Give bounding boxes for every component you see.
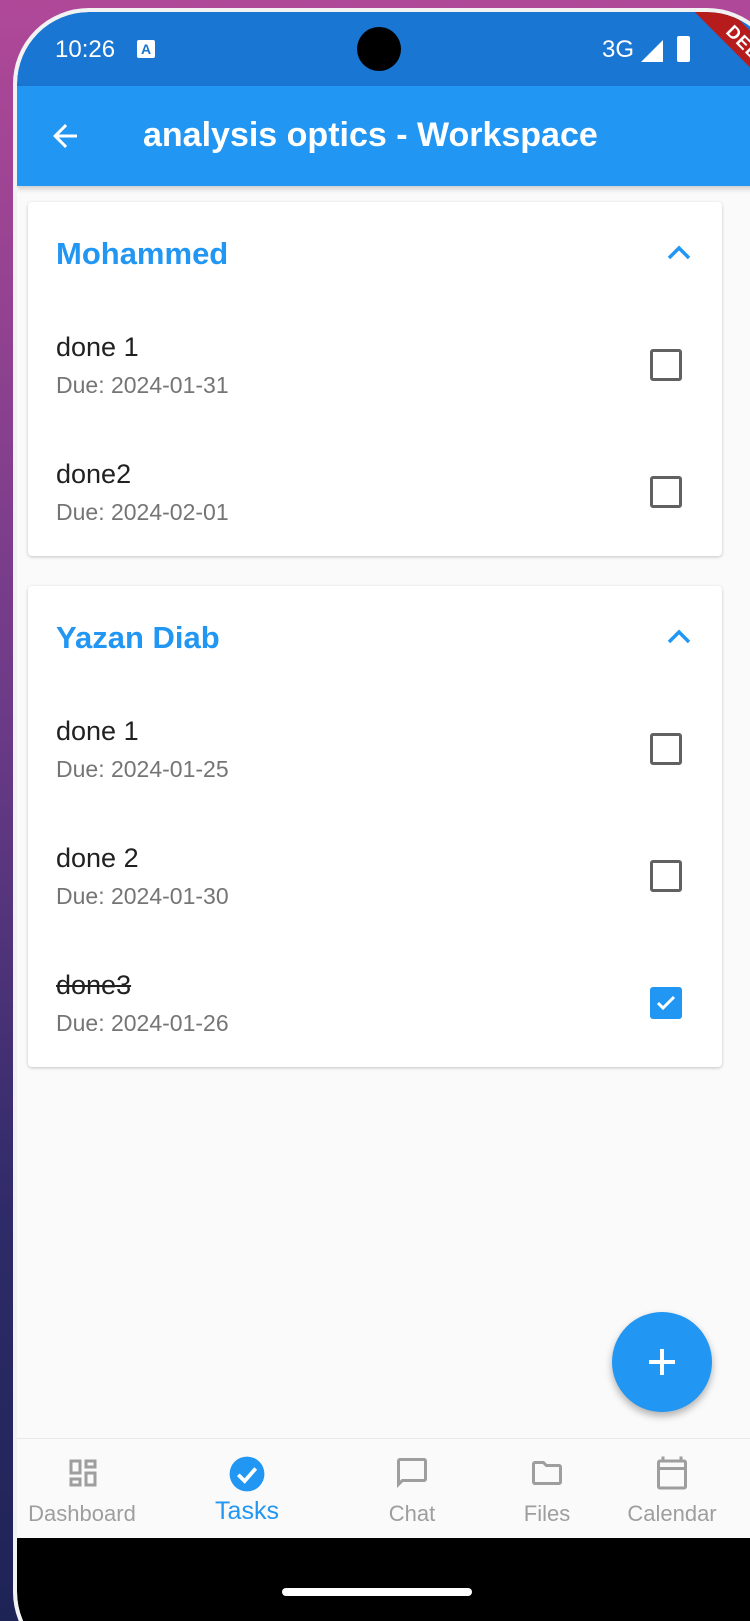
status-time: 10:26 (55, 36, 116, 63)
task-checkbox[interactable] (650, 733, 682, 765)
chat-bubble-icon (397, 1458, 427, 1488)
task-row[interactable]: done 1 Due: 2024-01-25 (28, 686, 722, 813)
nav-item-tasks[interactable]: Tasks (182, 1439, 312, 1539)
task-due-date: Due: 2024-01-26 (56, 1010, 229, 1036)
task-checkbox[interactable] (650, 349, 682, 381)
check-circle-icon (229, 1456, 265, 1492)
task-checkbox[interactable] (650, 860, 682, 892)
calendar-icon (657, 1456, 687, 1490)
task-row-completed[interactable]: done3 Due: 2024-01-26 (28, 940, 722, 1067)
home-indicator[interactable] (282, 1588, 472, 1596)
nav-item-calendar[interactable]: Calendar (617, 1439, 727, 1539)
nav-item-files[interactable]: Files (492, 1439, 602, 1539)
folder-icon (532, 1461, 562, 1485)
nav-label: Files (523, 1501, 571, 1526)
task-row[interactable]: done2 Due: 2024-02-01 (28, 429, 722, 556)
nav-label: Dashboard (28, 1501, 136, 1526)
assignee-card-mohammed: Mohammed done 1 Due: 2024-01-31 done2 Du… (28, 202, 722, 556)
nav-item-dashboard[interactable]: Dashboard (17, 1439, 147, 1539)
task-due-date: Due: 2024-01-30 (56, 883, 229, 909)
gesture-bar (17, 1538, 750, 1621)
assignee-name: Mohammed (56, 236, 229, 271)
bottom-navigation: Dashboard Tasks Chat Files Calendar (17, 1438, 750, 1539)
app-screen: 10:26 A 3G DEBUG analysis optics - Works… (17, 12, 750, 1621)
page-title: analysis optics - Workspace (143, 116, 598, 154)
task-due-date: Due: 2024-01-31 (56, 372, 229, 398)
nav-label: Chat (388, 1501, 436, 1526)
chevron-up-icon[interactable] (666, 242, 692, 262)
nav-label: Tasks (215, 1497, 279, 1525)
task-row[interactable]: done 1 Due: 2024-01-31 (28, 302, 722, 429)
task-due-date: Due: 2024-01-25 (56, 756, 229, 782)
chevron-up-icon[interactable] (666, 626, 692, 646)
nav-label: Calendar (627, 1501, 717, 1526)
task-name: done 1 (56, 332, 139, 362)
nav-item-chat[interactable]: Chat (357, 1439, 467, 1539)
dashboard-icon (69, 1459, 97, 1487)
check-mark-icon (656, 995, 676, 1011)
card-header[interactable]: Yazan Diab (28, 586, 722, 686)
task-name: done 2 (56, 843, 139, 873)
task-checkbox-checked[interactable] (650, 987, 682, 1019)
task-name: done2 (56, 459, 132, 489)
assignee-name: Yazan Diab (56, 620, 220, 655)
network-type: 3G (602, 36, 635, 63)
battery-icon (677, 36, 690, 62)
status-bar: 10:26 A 3G DEBUG (17, 12, 750, 116)
back-arrow-icon[interactable] (47, 118, 83, 154)
task-name: done3 (56, 970, 132, 1000)
signal-icon (641, 40, 663, 62)
task-due-date: Due: 2024-02-01 (56, 499, 229, 525)
task-name: done 1 (56, 716, 139, 746)
task-checkbox[interactable] (650, 476, 682, 508)
assignee-card-yazan-diab: Yazan Diab done 1 Due: 2024-01-25 done 2… (28, 586, 722, 1067)
task-row[interactable]: done 2 Due: 2024-01-30 (28, 813, 722, 940)
plus-icon (649, 1349, 675, 1375)
camera-cutout (357, 27, 401, 71)
phone-frame: 10:26 A 3G DEBUG analysis optics - Works… (13, 8, 750, 1621)
notification-icon: A (137, 40, 155, 58)
card-header[interactable]: Mohammed (28, 202, 722, 302)
app-bar: analysis optics - Workspace (17, 86, 750, 186)
add-task-button[interactable] (612, 1312, 712, 1412)
